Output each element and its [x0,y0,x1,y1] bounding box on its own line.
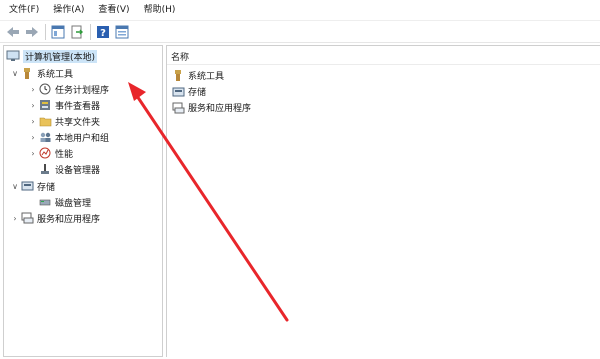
list-item-label: 服务和应用程序 [188,104,252,114]
header-divider [167,64,600,65]
tree-item-device-manager[interactable]: 设备管理器 [38,161,100,177]
tree-item-label: 任务计划程序 [55,85,110,96]
tree-item-shared-folders[interactable]: › 共享文件夹 [28,113,100,129]
toolbar: ? [0,21,600,43]
tree-item-label: 磁盘管理 [55,198,92,209]
export-list-icon[interactable] [68,23,86,41]
tree-item-label: 服务和应用程序 [37,214,101,225]
chevron-right-icon[interactable]: › [28,117,38,126]
clock-icon [38,82,52,96]
tree-item-label: 设备管理器 [55,165,101,176]
properties-icon[interactable] [113,23,131,41]
tree-item-label: 共享文件夹 [55,117,101,128]
list-item-label: 存储 [188,88,207,98]
tree-item-label: 事件查看器 [55,101,101,112]
tree-item-system-tools[interactable]: ∨ 系统工具 [10,65,73,81]
disk-management-icon [38,195,52,209]
system-tools-icon [20,66,34,80]
chevron-right-icon[interactable]: › [28,85,38,94]
list-item[interactable]: 服务和应用程序 [171,100,251,115]
tree-item-services-apps[interactable]: › 服务和应用程序 [10,210,100,226]
help-icon[interactable]: ? [94,23,112,41]
show-hide-tree-icon[interactable] [49,23,67,41]
tree-item-label: 存储 [37,182,56,193]
forward-icon[interactable] [23,23,41,41]
tree-item-storage[interactable]: ∨ 存储 [10,178,55,194]
chevron-right-icon[interactable]: › [28,149,38,158]
chevron-down-icon[interactable]: ∨ [10,182,20,191]
list-item[interactable]: 系统工具 [171,68,224,83]
performance-icon [38,146,52,160]
system-tools-icon [171,69,185,83]
column-header-name[interactable]: 名称 [171,50,189,63]
tree-item-task-scheduler[interactable]: › 任务计划程序 [28,81,109,97]
results-pane: 名称 系统工具 存储 服务和应用程序 [166,45,600,357]
tree-item-label: 性能 [55,149,74,160]
console-tree: 计算机管理(本地) ∨ 系统工具 › 任务计划程序 › 事件查看器 › 共享文件… [3,45,163,357]
menu-bar: 文件(F) 操作(A) 查看(V) 帮助(H) [0,0,600,21]
toolbar-separator [45,23,46,40]
menu-file[interactable]: 文件(F) [0,0,46,20]
svg-text:?: ? [100,28,106,39]
chevron-right-icon[interactable]: › [10,214,20,223]
computer-management-icon [6,49,20,63]
toolbar-separator [90,23,91,40]
tree-item-label: 计算机管理(本地) [23,49,98,63]
tree-item-label: 本地用户和组 [55,133,110,144]
services-apps-icon [171,101,185,115]
tree-item-local-users-groups[interactable]: › 本地用户和组 [28,129,109,145]
list-item-label: 系统工具 [188,72,225,82]
tree-item-disk-management[interactable]: 磁盘管理 [38,194,91,210]
shared-folder-icon [38,114,52,128]
storage-icon [171,85,185,99]
list-item[interactable]: 存储 [171,84,206,99]
menu-view[interactable]: 查看(V) [91,0,136,20]
tree-item-root[interactable]: 计算机管理(本地) [6,48,98,64]
tree-item-event-viewer[interactable]: › 事件查看器 [28,97,100,113]
tree-item-label: 系统工具 [37,69,74,80]
device-manager-icon [38,162,52,176]
tree-item-performance[interactable]: › 性能 [28,145,73,161]
chevron-down-icon[interactable]: ∨ [10,69,20,78]
chevron-right-icon[interactable]: › [28,101,38,110]
event-viewer-icon [38,98,52,112]
back-icon[interactable] [4,23,22,41]
services-apps-icon [20,211,34,225]
menu-action[interactable]: 操作(A) [46,0,91,20]
storage-icon [20,179,34,193]
users-icon [38,130,52,144]
chevron-right-icon[interactable]: › [28,133,38,142]
menu-help[interactable]: 帮助(H) [137,0,183,20]
